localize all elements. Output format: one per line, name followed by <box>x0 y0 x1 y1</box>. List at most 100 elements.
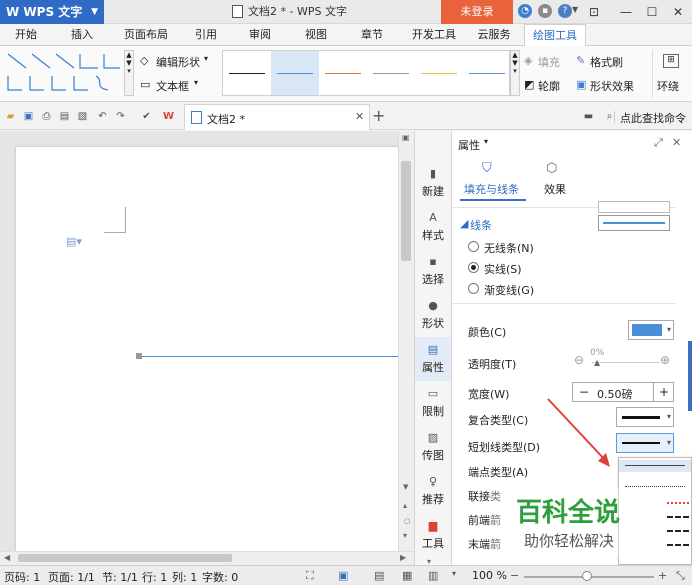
save-icon[interactable]: ▣ <box>22 110 35 123</box>
close-panel-icon[interactable]: ✕ <box>672 136 681 149</box>
chevron-down-icon[interactable]: ▾ <box>194 78 198 87</box>
command-search[interactable]: 点此查找命令 <box>620 110 686 126</box>
browse-object-icon[interactable]: ○ <box>404 517 410 525</box>
scroll-thumb[interactable] <box>401 161 411 261</box>
dash-option-dotted[interactable] <box>625 486 685 487</box>
horizontal-scrollbar[interactable]: ◀ ▶ <box>0 551 414 565</box>
restore-ribbon-icon[interactable]: ⊡ <box>582 0 606 24</box>
radio-solid-line[interactable] <box>468 262 479 273</box>
zoom-slider-thumb[interactable] <box>582 571 592 581</box>
dash-option-solid[interactable] <box>625 465 685 466</box>
transparency-slider[interactable] <box>592 362 660 363</box>
tab-insert[interactable]: 插入 <box>62 24 102 46</box>
transparency-slider-thumb[interactable]: ▲ <box>594 358 600 367</box>
shape-gallery[interactable] <box>4 50 122 96</box>
text-box-button[interactable]: 文本框 <box>156 78 189 94</box>
undo-icon[interactable]: ↶ <box>96 110 109 123</box>
tab-developer[interactable]: 开发工具 <box>406 24 462 46</box>
wrap-button[interactable]: ⊞ 环绕 <box>652 50 692 98</box>
sidebar-item-upload-image[interactable]: ▨ 传图 <box>415 425 451 469</box>
panel-scroll-thumb[interactable] <box>688 341 692 411</box>
web-view-icon[interactable]: ▦ <box>402 569 412 582</box>
full-screen-icon[interactable]: ⛶ <box>306 569 314 583</box>
sidebar-item-new[interactable]: ▮ 新建 <box>415 161 451 205</box>
line-style-item[interactable] <box>223 51 271 95</box>
panel-title[interactable]: 属性 <box>458 137 480 153</box>
tab-review[interactable]: 审阅 <box>240 24 280 46</box>
tab-view[interactable]: 视图 <box>296 24 336 46</box>
line-style-item[interactable] <box>415 51 463 95</box>
ruler-toggle-icon[interactable]: ▣ <box>402 133 410 142</box>
paste-options-icon[interactable]: ▤▾ <box>66 235 82 248</box>
drawn-line-shape[interactable] <box>142 356 400 357</box>
document-tab[interactable]: 文档2 * ✕ <box>184 104 370 130</box>
redo-icon[interactable]: ↷ <box>114 110 127 123</box>
zoom-out-icon[interactable]: − <box>510 569 519 582</box>
tab-drawing-tools[interactable]: 绘图工具 <box>524 24 586 47</box>
tab-chapter[interactable]: 章节 <box>352 24 392 46</box>
collapse-panel-icon[interactable]: ⤢ <box>654 136 663 150</box>
chevron-down-icon[interactable]: ▼ <box>572 5 578 14</box>
edit-shape-button[interactable]: 编辑形状 <box>156 54 200 70</box>
pin-icon[interactable]: ▬ <box>582 110 595 123</box>
dash-option-dash-dot[interactable] <box>667 530 689 532</box>
help-icon[interactable]: ? <box>558 4 572 18</box>
chevron-down-icon[interactable]: ▾ <box>204 54 208 63</box>
shape-gallery-scroll[interactable]: ▲ ▼ ▾ <box>124 50 134 96</box>
scroll-right-icon[interactable]: ▶ <box>400 553 406 562</box>
line-style-item[interactable] <box>367 51 415 95</box>
tab-effect[interactable]: 效果 <box>544 181 566 197</box>
open-folder-icon[interactable]: ▰ <box>4 110 17 123</box>
document-page[interactable]: ▤▾ <box>16 147 400 551</box>
tab-fill-and-line[interactable]: 填充与线条 <box>464 181 519 197</box>
zoom-in-icon[interactable]: + <box>658 569 667 582</box>
page-view-icon[interactable]: ▣ <box>338 569 348 582</box>
app-menu-button[interactable]: W WPS 文字 ▼ <box>0 0 104 24</box>
dash-type-dropdown[interactable]: ▾ <box>616 433 674 453</box>
next-page-icon[interactable]: ▾ <box>403 531 407 540</box>
search-icon[interactable]: ⌕ <box>603 110 616 123</box>
tab-references[interactable]: 引用 <box>186 24 226 46</box>
vertical-scrollbar[interactable]: ▣ ▼ ▴ ○ ▾ <box>398 131 414 551</box>
sidebar-item-properties[interactable]: ▤ 属性 <box>415 337 451 381</box>
compound-type-dropdown[interactable]: ▾ <box>616 407 674 427</box>
print-icon[interactable]: ▤ <box>58 110 71 123</box>
new-tab-icon[interactable]: + <box>372 106 385 125</box>
sidebar-item-tools[interactable]: ▆ 工具 <box>415 513 451 557</box>
sidebar-item-recommend[interactable]: ♀ 推荐 <box>415 469 451 513</box>
radio-gradient-line[interactable] <box>468 283 479 294</box>
sidebar-item-shape[interactable]: ● 形状 <box>415 293 451 337</box>
dash-option-dash[interactable] <box>667 516 689 518</box>
section-expand-icon[interactable]: ◢ <box>460 217 468 230</box>
fit-page-icon[interactable]: ⤡ <box>676 569 685 583</box>
sidebar-item-select[interactable]: ▪ 选择 <box>415 249 451 293</box>
tab-page-layout[interactable]: 页面布局 <box>118 24 174 46</box>
status-word-count[interactable]: 字数: 0 <box>202 569 238 585</box>
customize-icon[interactable]: ✔ <box>140 110 153 123</box>
line-style-gallery[interactable] <box>222 50 510 96</box>
line-gallery-scroll[interactable]: ▲ ▼ ▾ <box>510 50 520 96</box>
export-icon[interactable]: ▧ <box>76 110 89 123</box>
decrease-transparency-icon[interactable]: ⊖ <box>574 353 584 367</box>
scroll-down-icon[interactable]: ▼ <box>403 483 408 491</box>
login-button[interactable]: 未登录 <box>441 0 513 24</box>
cloud-icon[interactable]: ◔ <box>518 4 532 18</box>
zoom-level[interactable]: 100 % <box>472 569 507 582</box>
dash-option-round-dot[interactable] <box>667 502 689 504</box>
prev-page-icon[interactable]: ▴ <box>403 501 407 510</box>
width-increment-icon[interactable]: + <box>659 385 669 399</box>
close-tab-icon[interactable]: ✕ <box>355 110 364 123</box>
sidebar-item-restrict[interactable]: ▭ 限制 <box>415 381 451 425</box>
outline-button[interactable]: 轮廓 <box>538 78 560 94</box>
section-line-heading[interactable]: 线条 <box>470 217 492 233</box>
fill-button[interactable]: 填充 <box>538 54 560 70</box>
tab-home[interactable]: 开始 <box>6 24 46 46</box>
sidebar-item-style[interactable]: A 样式 <box>415 205 451 249</box>
minimize-icon[interactable]: — <box>614 0 638 24</box>
shape-effect-button[interactable]: 形状效果 <box>590 78 634 94</box>
maximize-icon[interactable]: ☐ <box>640 0 664 24</box>
line-style-item[interactable] <box>271 51 319 95</box>
increase-transparency-icon[interactable]: ⊕ <box>660 353 670 367</box>
wps-logo-icon[interactable]: W <box>162 110 175 123</box>
radio-no-line[interactable] <box>468 241 479 252</box>
